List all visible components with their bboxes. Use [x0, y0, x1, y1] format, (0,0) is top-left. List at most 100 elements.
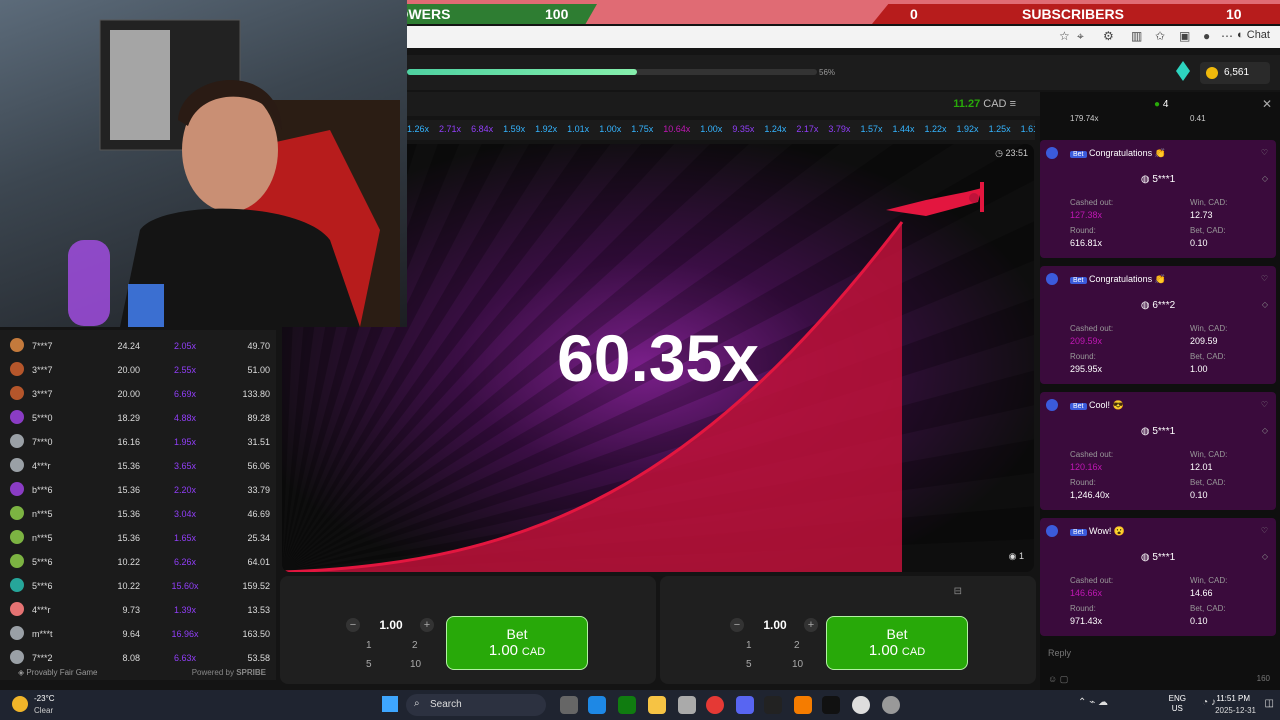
coin-balance[interactable]: 6,561 [1200, 62, 1270, 84]
increase-stake-button[interactable]: + [420, 618, 434, 632]
quick-stake-1[interactable]: 1 [746, 640, 752, 651]
history-chip[interactable]: 1.44x [892, 124, 914, 140]
xbox-icon[interactable] [618, 696, 636, 714]
app-icon[interactable] [794, 696, 812, 714]
bet-row[interactable]: 7***0 16.16 1.95x 31.51 [4, 431, 270, 453]
history-chip[interactable]: 1.92x [535, 124, 557, 140]
chat-message[interactable]: Bet Congratulations 👏 ♡ ◍ 5***1 ◇ Cashed out… [1040, 140, 1276, 258]
history-chip[interactable]: 2.17x [796, 124, 818, 140]
like-icon[interactable]: ♡ [1261, 274, 1268, 283]
history-chip[interactable]: 1.26x [407, 124, 429, 140]
verify-icon[interactable]: ◇ [1262, 300, 1268, 309]
star-icon[interactable]: ☆ [1059, 29, 1070, 43]
history-chip[interactable]: 1.00x [599, 124, 621, 140]
quick-stake-2[interactable]: 2 [412, 640, 418, 651]
stake-value[interactable]: 1.00 [366, 618, 416, 632]
clock-time[interactable]: 11:51 PM [1216, 694, 1250, 703]
all-bets-list[interactable]: 7***7 24.24 2.05x 49.70 3***7 20.00 2.55x 51.00… [0, 330, 276, 680]
extensions-icon[interactable]: ⚙ [1103, 29, 1114, 43]
verify-icon[interactable]: ◇ [1262, 552, 1268, 561]
history-chip[interactable]: 1.00x [700, 124, 722, 140]
reply-input[interactable]: Reply [1048, 648, 1071, 658]
discord-icon[interactable] [736, 696, 754, 714]
location-icon[interactable]: ⌖ [1077, 29, 1084, 44]
provably-fair-link[interactable]: Provably Fair Game [26, 668, 97, 677]
bet-row[interactable]: 3***7 20.00 2.55x 51.00 [4, 359, 270, 381]
bet-row[interactable]: 5***6 10.22 6.26x 64.01 [4, 551, 270, 573]
bet-row[interactable]: 5***6 10.22 15.60x 159.52 [4, 575, 270, 597]
bet-row[interactable]: 5***0 18.29 4.88x 89.28 [4, 407, 270, 429]
history-chip[interactable]: 1.24x [764, 124, 786, 140]
close-icon[interactable]: ✕ [1262, 97, 1272, 111]
quick-stake-10[interactable]: 10 [410, 659, 421, 670]
emoji-icon[interactable]: ☺ ▢ [1048, 674, 1068, 685]
browser-address-bar[interactable]: ☆ ⌖ ⚙ ▥ ✩ ▣ ● ⋯ ◐ Chat [407, 26, 1280, 48]
weather-temperature[interactable]: -23°C [34, 694, 55, 703]
more-icon[interactable]: ⋯ [1221, 29, 1233, 43]
chat-message[interactable]: Bet Wow! 😮 ♡ ◍ 5***1 ◇ Cashed out: Win, CAD: 1… [1040, 518, 1276, 636]
task-view-icon[interactable] [560, 696, 578, 714]
chat-message[interactable]: Bet Congratulations 👏 ♡ ◍ 6***2 ◇ Cashed out… [1040, 266, 1276, 384]
bet-row[interactable]: 3***7 20.00 6.69x 133.80 [4, 383, 270, 405]
weather-condition[interactable]: Clear [34, 706, 53, 715]
clock-date[interactable]: 2025-12-31 [1215, 706, 1256, 715]
remove-panel-icon[interactable]: ⊟ [954, 586, 962, 597]
history-chip[interactable]: 1.25x [989, 124, 1011, 140]
language-indicator[interactable]: ENG US [1169, 694, 1186, 714]
obs-icon[interactable] [764, 696, 782, 714]
bet-row[interactable]: m***t 9.64 16.96x 163.50 [4, 623, 270, 645]
decrease-stake-button[interactable]: − [346, 618, 360, 632]
quick-stake-2[interactable]: 2 [794, 640, 800, 651]
taskbar-search[interactable]: ⌕ Search [406, 694, 546, 716]
quick-stake-5[interactable]: 5 [746, 659, 752, 670]
history-chip[interactable]: 2.71x [439, 124, 461, 140]
decrease-stake-button[interactable]: − [730, 618, 744, 632]
menu-icon[interactable]: ≡ [1010, 98, 1016, 110]
like-icon[interactable]: ♡ [1261, 526, 1268, 535]
stake-value[interactable]: 1.00 [750, 618, 800, 632]
tray-icons[interactable]: ⌃ ⌁ ☁ [1078, 697, 1108, 708]
gem-icon[interactable] [1176, 61, 1190, 81]
profile-icon[interactable]: ● [1203, 29, 1210, 43]
bet-row[interactable]: n***5 15.36 1.65x 25.34 [4, 527, 270, 549]
history-chip[interactable]: 3.79x [828, 124, 850, 140]
stocks-icon[interactable] [822, 696, 840, 714]
bet-row[interactable]: n***5 15.36 3.04x 46.69 [4, 503, 270, 525]
verify-icon[interactable]: ◇ [1262, 426, 1268, 435]
bet-row[interactable]: b***6 15.36 2.20x 33.79 [4, 479, 270, 501]
split-screen-icon[interactable]: ▥ [1131, 29, 1142, 43]
history-chip[interactable]: 1.61x [1021, 124, 1035, 140]
edge-icon[interactable] [588, 696, 606, 714]
quick-stake-10[interactable]: 10 [792, 659, 803, 670]
history-chip[interactable]: 1.57x [860, 124, 882, 140]
bet-row[interactable]: 7***7 24.24 2.05x 49.70 [4, 335, 270, 357]
chrome-icon[interactable] [706, 696, 724, 714]
history-chip[interactable]: 9.35x [732, 124, 754, 140]
bet-row[interactable]: 4***r 9.73 1.39x 13.53 [4, 599, 270, 621]
like-icon[interactable]: ♡ [1261, 148, 1268, 157]
copilot-chat-button[interactable]: ◐ Chat [1237, 29, 1270, 41]
history-chip[interactable]: 10.64x [663, 124, 690, 140]
history-chip[interactable]: 1.59x [503, 124, 525, 140]
bet-button[interactable]: Bet 1.00 CAD [826, 616, 968, 670]
history-chip[interactable]: 1.92x [957, 124, 979, 140]
settings-icon[interactable] [882, 696, 900, 714]
history-chip[interactable]: 6.84x [471, 124, 493, 140]
history-chip[interactable]: 1.22x [925, 124, 947, 140]
network-volume-icon[interactable]: ◔ ♪ [1202, 697, 1216, 708]
steam-icon[interactable] [852, 696, 870, 714]
history-chip[interactable]: 1.75x [631, 124, 653, 140]
verify-icon[interactable]: ◇ [1262, 174, 1268, 183]
like-icon[interactable]: ♡ [1261, 400, 1268, 409]
history-chip[interactable]: 1.01x [567, 124, 589, 140]
chat-message[interactable]: Bet Cool! 😎 ♡ ◍ 5***1 ◇ Cashed out: Win, CAD:… [1040, 392, 1276, 510]
favorites-icon[interactable]: ✩ [1155, 29, 1165, 43]
multiplier-history[interactable]: 1.26x 2.71x 6.84x 1.59x 1.92x 1.01x 1.00x 1.75x… [405, 120, 1035, 140]
quick-stake-5[interactable]: 5 [366, 659, 372, 670]
bet-row[interactable]: 4***r 15.36 3.65x 56.06 [4, 455, 270, 477]
windows-start-icon[interactable] [382, 696, 398, 712]
increase-stake-button[interactable]: + [804, 618, 818, 632]
weather-icon[interactable] [12, 696, 28, 712]
notification-icon[interactable]: ◫ [1265, 698, 1274, 709]
bet-button[interactable]: Bet 1.00 CAD [446, 616, 588, 670]
